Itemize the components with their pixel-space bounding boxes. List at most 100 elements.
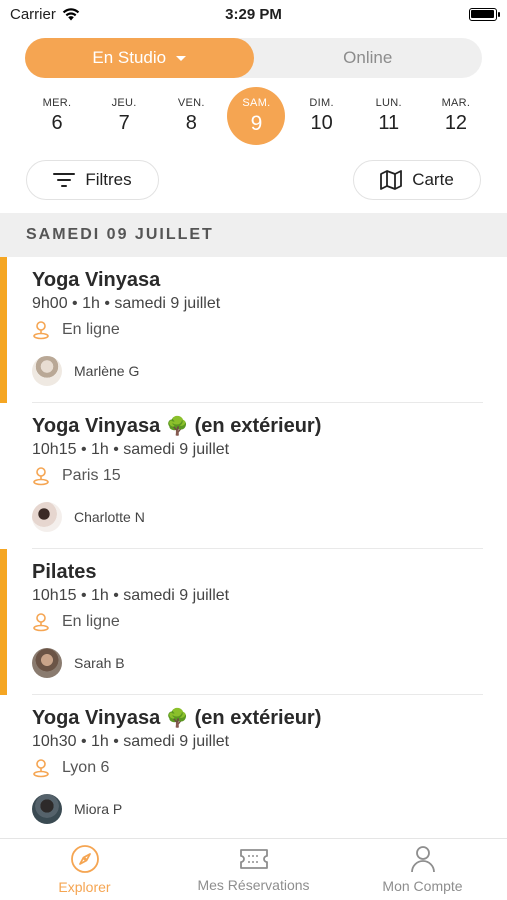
status-right xyxy=(377,7,500,21)
day-number: 7 xyxy=(118,112,130,134)
tab-en-studio-label: En Studio xyxy=(92,48,167,67)
day-name: JEU. xyxy=(111,97,137,109)
section-title: SAMEDI 09 JUILLET xyxy=(26,226,214,243)
location-segmented-control: En Studio Online xyxy=(25,38,482,78)
chevron-down-icon xyxy=(176,55,187,61)
map-button[interactable]: Carte xyxy=(353,160,481,200)
location-pin-icon xyxy=(33,613,49,632)
day-item[interactable]: JEU. 7 xyxy=(93,87,155,145)
teacher: Marlène G xyxy=(32,356,507,386)
teacher-name: Sarah B xyxy=(74,655,125,671)
tab-reservations[interactable]: Mes Réservations xyxy=(169,839,338,900)
tab-account[interactable]: Mon Compte xyxy=(338,839,507,900)
class-time: 9h00 • 1h • samedi 9 juillet xyxy=(32,295,221,312)
class-location-label: En ligne xyxy=(62,613,120,630)
class-status-marker xyxy=(0,257,7,403)
class-card[interactable]: Yoga Vinyasa 9h00 • 1h • samedi 9 juille… xyxy=(0,257,507,403)
teacher: Sarah B xyxy=(32,648,507,678)
class-title-suffix: (en extérieur) xyxy=(194,415,322,437)
day-number: 10 xyxy=(310,112,333,134)
class-location-label: En ligne xyxy=(62,321,120,338)
day-number: 11 xyxy=(378,112,400,134)
class-title: Yoga Vinyasa 🌳 (en extérieur) xyxy=(32,415,507,438)
teacher: Miora P xyxy=(32,794,507,824)
carrier-label: Carrier xyxy=(10,5,56,23)
status-bar: Carrier 3:29 PM xyxy=(0,0,507,28)
wifi-icon xyxy=(62,7,80,20)
class-time: 10h15 • 1h • samedi 9 juillet xyxy=(32,587,230,604)
status-time: 3:29 PM xyxy=(225,5,282,23)
class-name: Yoga Vinyasa xyxy=(32,415,161,437)
class-title: Yoga Vinyasa 🌳 (en extérieur) xyxy=(32,707,507,730)
day-number: 9 xyxy=(250,111,263,135)
teacher: Charlotte N xyxy=(32,502,507,532)
tree-icon: 🌳 xyxy=(166,708,189,728)
day-item[interactable]: DIM. 10 xyxy=(291,87,353,145)
tab-explorer[interactable]: Explorer xyxy=(0,839,169,900)
class-list: Yoga Vinyasa 9h00 • 1h • samedi 9 juille… xyxy=(0,257,507,841)
tree-icon: 🌳 xyxy=(166,416,189,436)
class-card[interactable]: Yoga Vinyasa 🌳 (en extérieur) 10h30 • 1h… xyxy=(0,695,507,841)
ticket-icon xyxy=(239,849,268,869)
tab-reservations-label: Mes Réservations xyxy=(197,877,310,893)
day-name: MAR. xyxy=(441,97,471,109)
location-pin-icon xyxy=(33,759,49,778)
day-name: LUN. xyxy=(375,97,402,109)
class-name: Pilates xyxy=(32,561,97,583)
tab-online-label: Online xyxy=(343,48,393,67)
day-item[interactable]: LUN. 11 xyxy=(358,87,420,145)
class-title: Pilates xyxy=(32,561,507,584)
day-name: VEN. xyxy=(177,97,205,109)
map-button-label: Carte xyxy=(412,170,454,189)
location-pin-icon xyxy=(33,321,49,340)
battery-icon xyxy=(468,7,500,21)
user-icon xyxy=(410,846,435,873)
class-time: 10h15 • 1h • samedi 9 juillet xyxy=(32,441,230,458)
avatar xyxy=(32,502,62,532)
class-name: Yoga Vinyasa xyxy=(32,707,161,729)
day-item[interactable]: VEN. 8 xyxy=(160,87,222,145)
teacher-name: Charlotte N xyxy=(74,509,145,525)
class-title: Yoga Vinyasa xyxy=(32,269,507,292)
avatar xyxy=(32,794,62,824)
avatar xyxy=(32,356,62,386)
class-status-marker xyxy=(0,549,7,695)
class-location-label: Paris 15 xyxy=(62,467,121,484)
class-location: En ligne xyxy=(32,612,507,632)
filters-button[interactable]: Filtres xyxy=(26,160,159,200)
section-header: SAMEDI 09 JUILLET xyxy=(0,213,507,257)
filter-icon xyxy=(53,173,76,187)
day-number: 6 xyxy=(51,112,63,134)
compass-icon xyxy=(70,845,99,873)
class-location: En ligne xyxy=(32,320,507,340)
status-left: Carrier xyxy=(10,6,130,23)
teacher-name: Marlène G xyxy=(74,363,140,379)
day-picker: MER. 6 JEU. 7 VEN. 8 SAM. 9 DIM. 10 LUN.… xyxy=(0,86,507,146)
tab-explorer-label: Explorer xyxy=(58,879,111,895)
filter-row: Filtres Carte xyxy=(0,160,507,200)
class-card[interactable]: Pilates 10h15 • 1h • samedi 9 juillet En… xyxy=(0,549,507,695)
class-location: Lyon 6 xyxy=(32,758,507,778)
avatar xyxy=(32,648,62,678)
class-time: 10h30 • 1h • samedi 9 juillet xyxy=(32,733,230,750)
location-pin-icon xyxy=(33,467,49,486)
day-item[interactable]: MER. 6 xyxy=(26,87,88,145)
class-name: Yoga Vinyasa xyxy=(32,269,161,291)
day-number: 12 xyxy=(444,112,468,134)
class-title-suffix: (en extérieur) xyxy=(194,707,322,729)
day-item-selected[interactable]: SAM. 9 xyxy=(227,87,286,145)
teacher-name: Miora P xyxy=(74,801,123,817)
tab-en-studio[interactable]: En Studio xyxy=(25,38,254,78)
class-location-label: Lyon 6 xyxy=(62,759,110,776)
map-icon xyxy=(380,170,403,190)
day-name: DIM. xyxy=(309,97,334,109)
tab-bar: Explorer Mes Réservations Mon Compte xyxy=(0,838,507,900)
day-name: MER. xyxy=(42,97,72,109)
tab-account-label: Mon Compte xyxy=(382,878,463,894)
day-number: 8 xyxy=(185,112,197,134)
class-card[interactable]: Yoga Vinyasa 🌳 (en extérieur) 10h15 • 1h… xyxy=(0,403,507,549)
filters-button-label: Filtres xyxy=(85,170,132,189)
day-item[interactable]: MAR. 12 xyxy=(425,87,487,145)
tab-online[interactable]: Online xyxy=(254,38,483,78)
class-location: Paris 15 xyxy=(32,466,507,486)
